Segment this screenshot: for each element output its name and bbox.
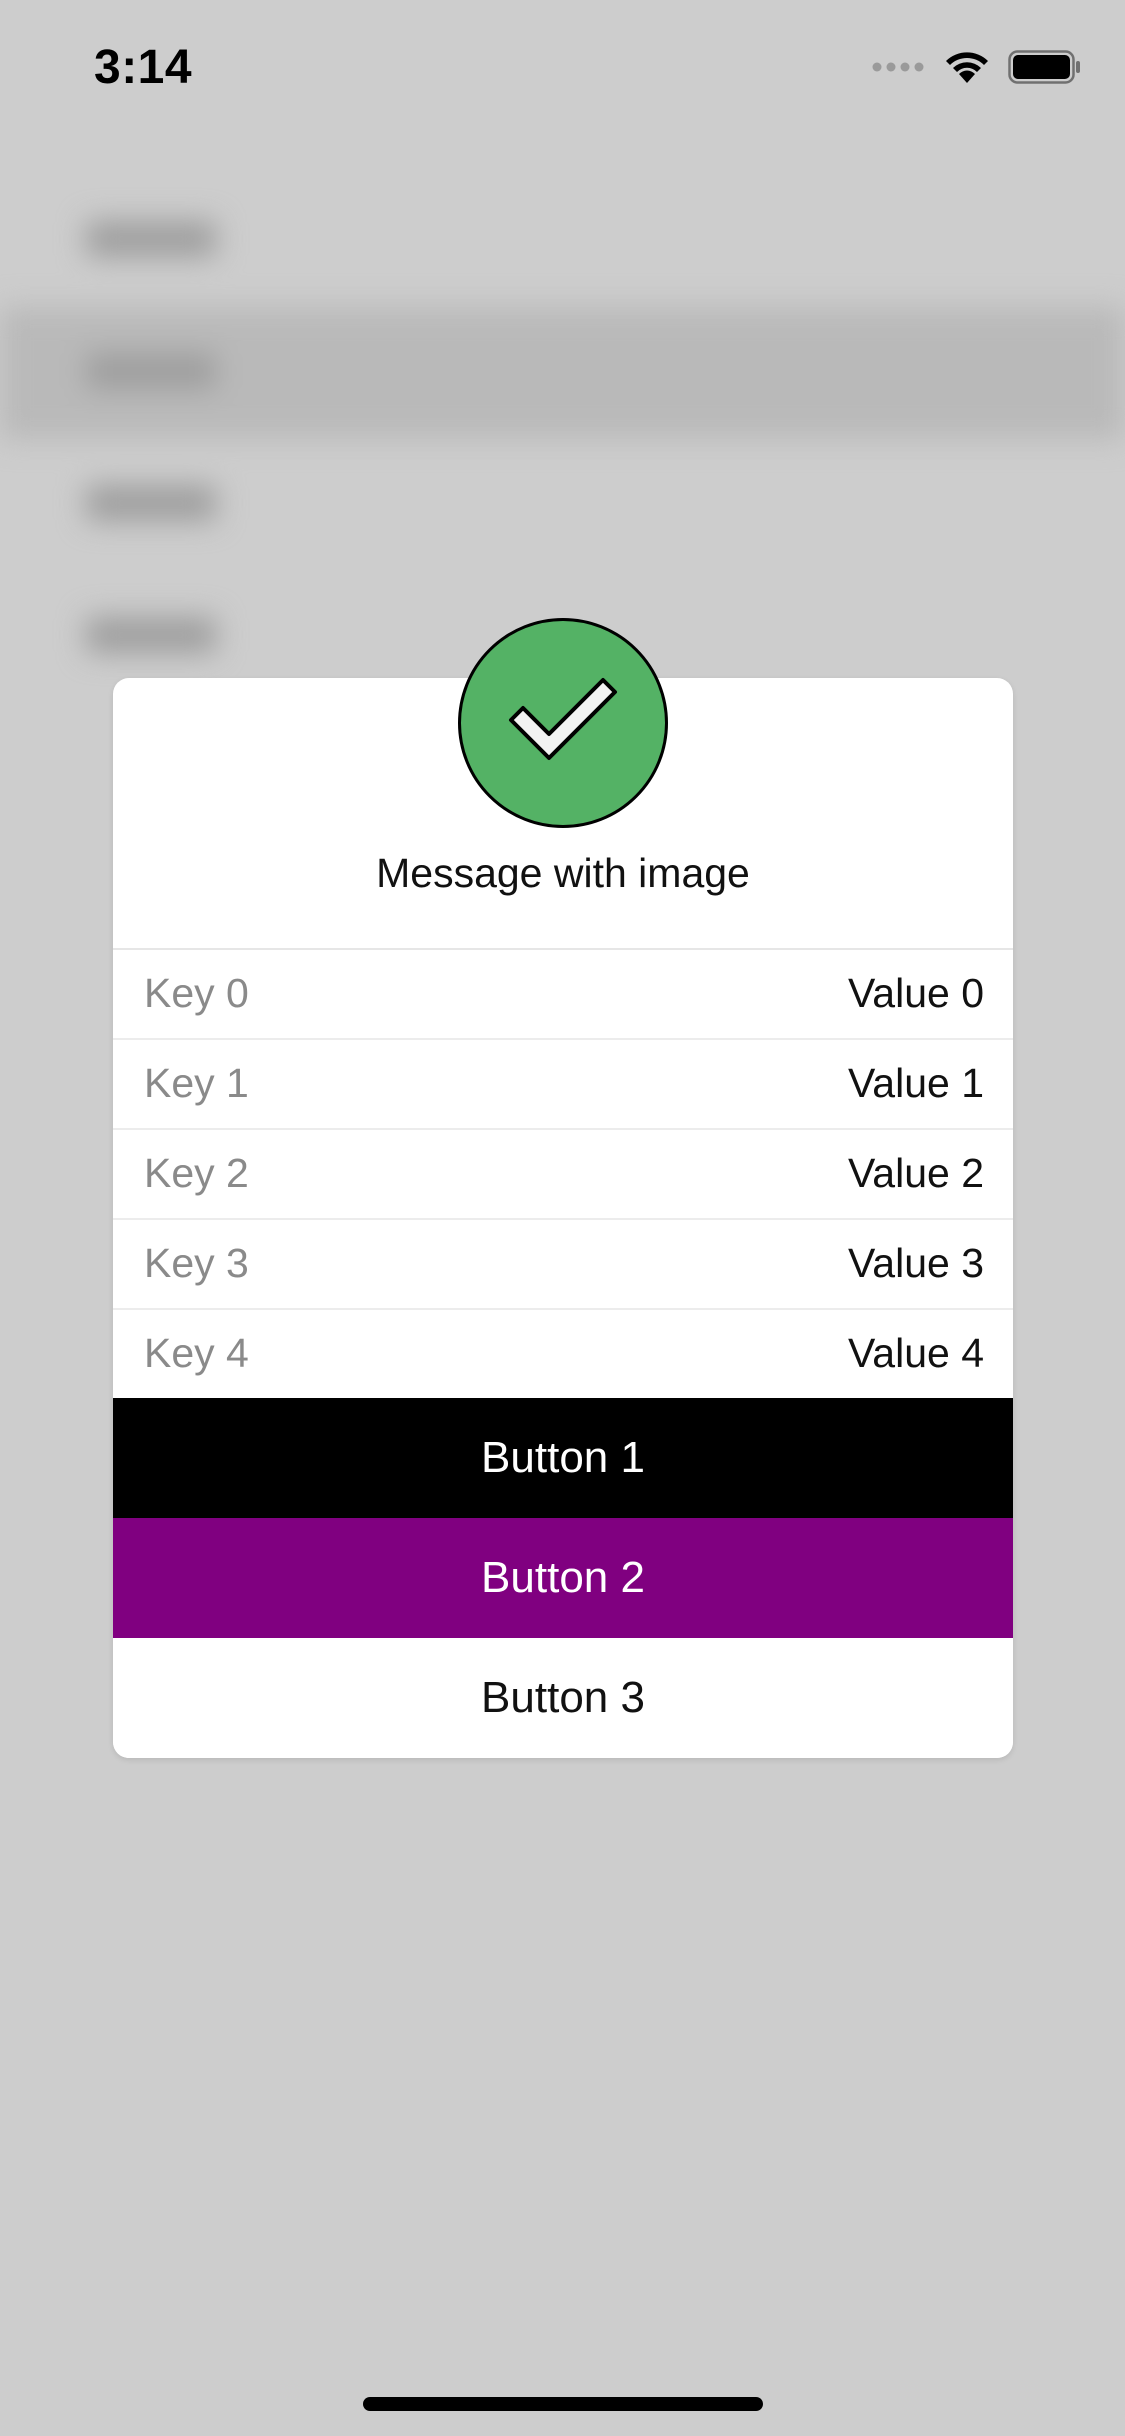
row-key: Key 4 <box>144 1330 249 1376</box>
background-list-item <box>0 439 1125 571</box>
row-value: Value 3 <box>847 1240 984 1286</box>
key-value-row: Key 2 Value 2 <box>113 1130 1013 1220</box>
background-item-label <box>86 617 216 653</box>
row-value: Value 0 <box>847 970 984 1016</box>
status-time: 3:14 <box>94 41 193 94</box>
alert-message: Message with image <box>376 850 750 896</box>
home-indicator[interactable] <box>363 2397 763 2411</box>
key-value-row: Key 0 Value 0 <box>113 950 1013 1040</box>
row-value: Value 4 <box>847 1330 984 1376</box>
background-item-label <box>86 485 216 521</box>
status-icons <box>872 50 1082 89</box>
battery-icon <box>1008 50 1082 89</box>
background-list-item <box>0 307 1125 439</box>
alert-dialog: Message with image Key 0 Value 0 Key 1 V… <box>113 678 1013 1758</box>
key-value-row: Key 4 Value 4 <box>113 1310 1013 1398</box>
row-key: Key 3 <box>144 1240 249 1286</box>
cellular-signal-icon <box>872 60 926 79</box>
row-key: Key 0 <box>144 970 249 1016</box>
wifi-icon <box>944 50 990 89</box>
key-value-row: Key 3 Value 3 <box>113 1220 1013 1310</box>
background-item-label <box>86 221 216 257</box>
row-value: Value 1 <box>847 1060 984 1106</box>
key-value-row: Key 1 Value 1 <box>113 1040 1013 1130</box>
button-3[interactable]: Button 3 <box>113 1638 1013 1758</box>
background-item-label <box>86 353 216 389</box>
success-badge <box>458 618 668 828</box>
row-key: Key 1 <box>144 1060 249 1106</box>
checkmark-icon <box>503 676 623 771</box>
status-bar: 3:14 <box>0 0 1125 140</box>
key-value-list: Key 0 Value 0 Key 1 Value 1 Key 2 Value … <box>113 950 1013 1398</box>
row-key: Key 2 <box>144 1150 249 1196</box>
background-list-item <box>0 175 1125 307</box>
button-1[interactable]: Button 1 <box>113 1398 1013 1518</box>
row-value: Value 2 <box>847 1150 984 1196</box>
button-2[interactable]: Button 2 <box>113 1518 1013 1638</box>
